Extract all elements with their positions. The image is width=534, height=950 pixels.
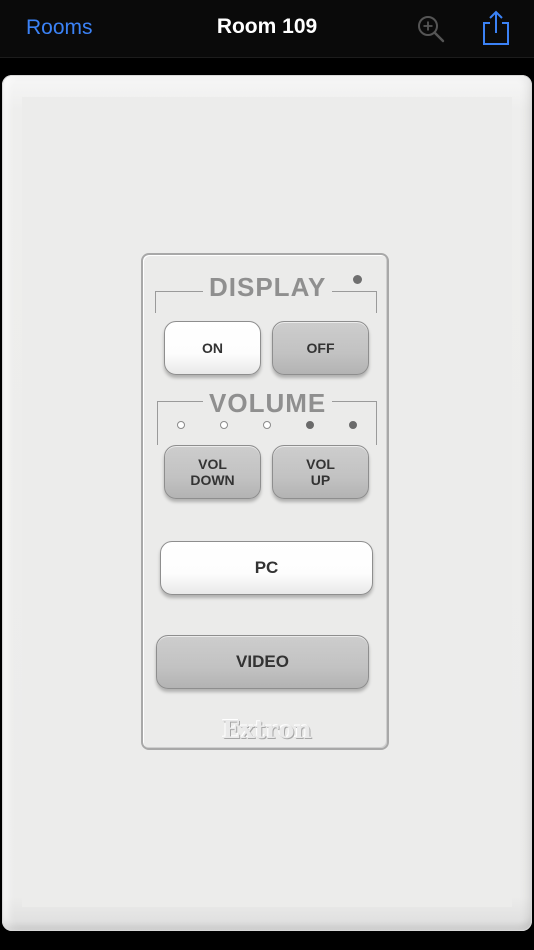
volume-down-label-line1: VOL <box>198 456 227 472</box>
display-section-label: DISPLAY <box>203 273 333 301</box>
volume-down-label-line2: DOWN <box>190 472 235 488</box>
control-keypad: DISPLAY ON OFF VOLUME VOL DOWN VOL UP PC… <box>141 253 389 750</box>
volume-level-led <box>306 421 314 429</box>
display-off-button[interactable]: OFF <box>272 321 369 375</box>
zoom-button[interactable] <box>416 14 446 44</box>
share-button[interactable] <box>481 10 511 46</box>
share-icon <box>483 10 509 45</box>
extron-logo: Extron <box>222 715 312 744</box>
volume-up-button[interactable]: VOL UP <box>272 445 369 499</box>
volume-down-button[interactable]: VOL DOWN <box>164 445 261 499</box>
volume-up-label-line2: UP <box>310 472 331 488</box>
volume-level-led <box>177 421 185 429</box>
volume-level-led <box>349 421 357 429</box>
display-on-button[interactable]: ON <box>164 321 261 375</box>
volume-level-led <box>220 421 228 429</box>
video-input-button[interactable]: VIDEO <box>156 635 369 689</box>
page-title: Room 109 <box>216 15 318 38</box>
volume-up-label-line1: VOL <box>306 456 335 472</box>
pc-input-button[interactable]: PC <box>160 541 373 595</box>
magnifier-plus-icon <box>418 16 445 43</box>
volume-level-led <box>263 421 271 429</box>
volume-section-label: VOLUME <box>203 389 333 417</box>
display-status-led <box>353 275 362 284</box>
navigation-bar: Rooms Room 109 <box>0 0 534 58</box>
